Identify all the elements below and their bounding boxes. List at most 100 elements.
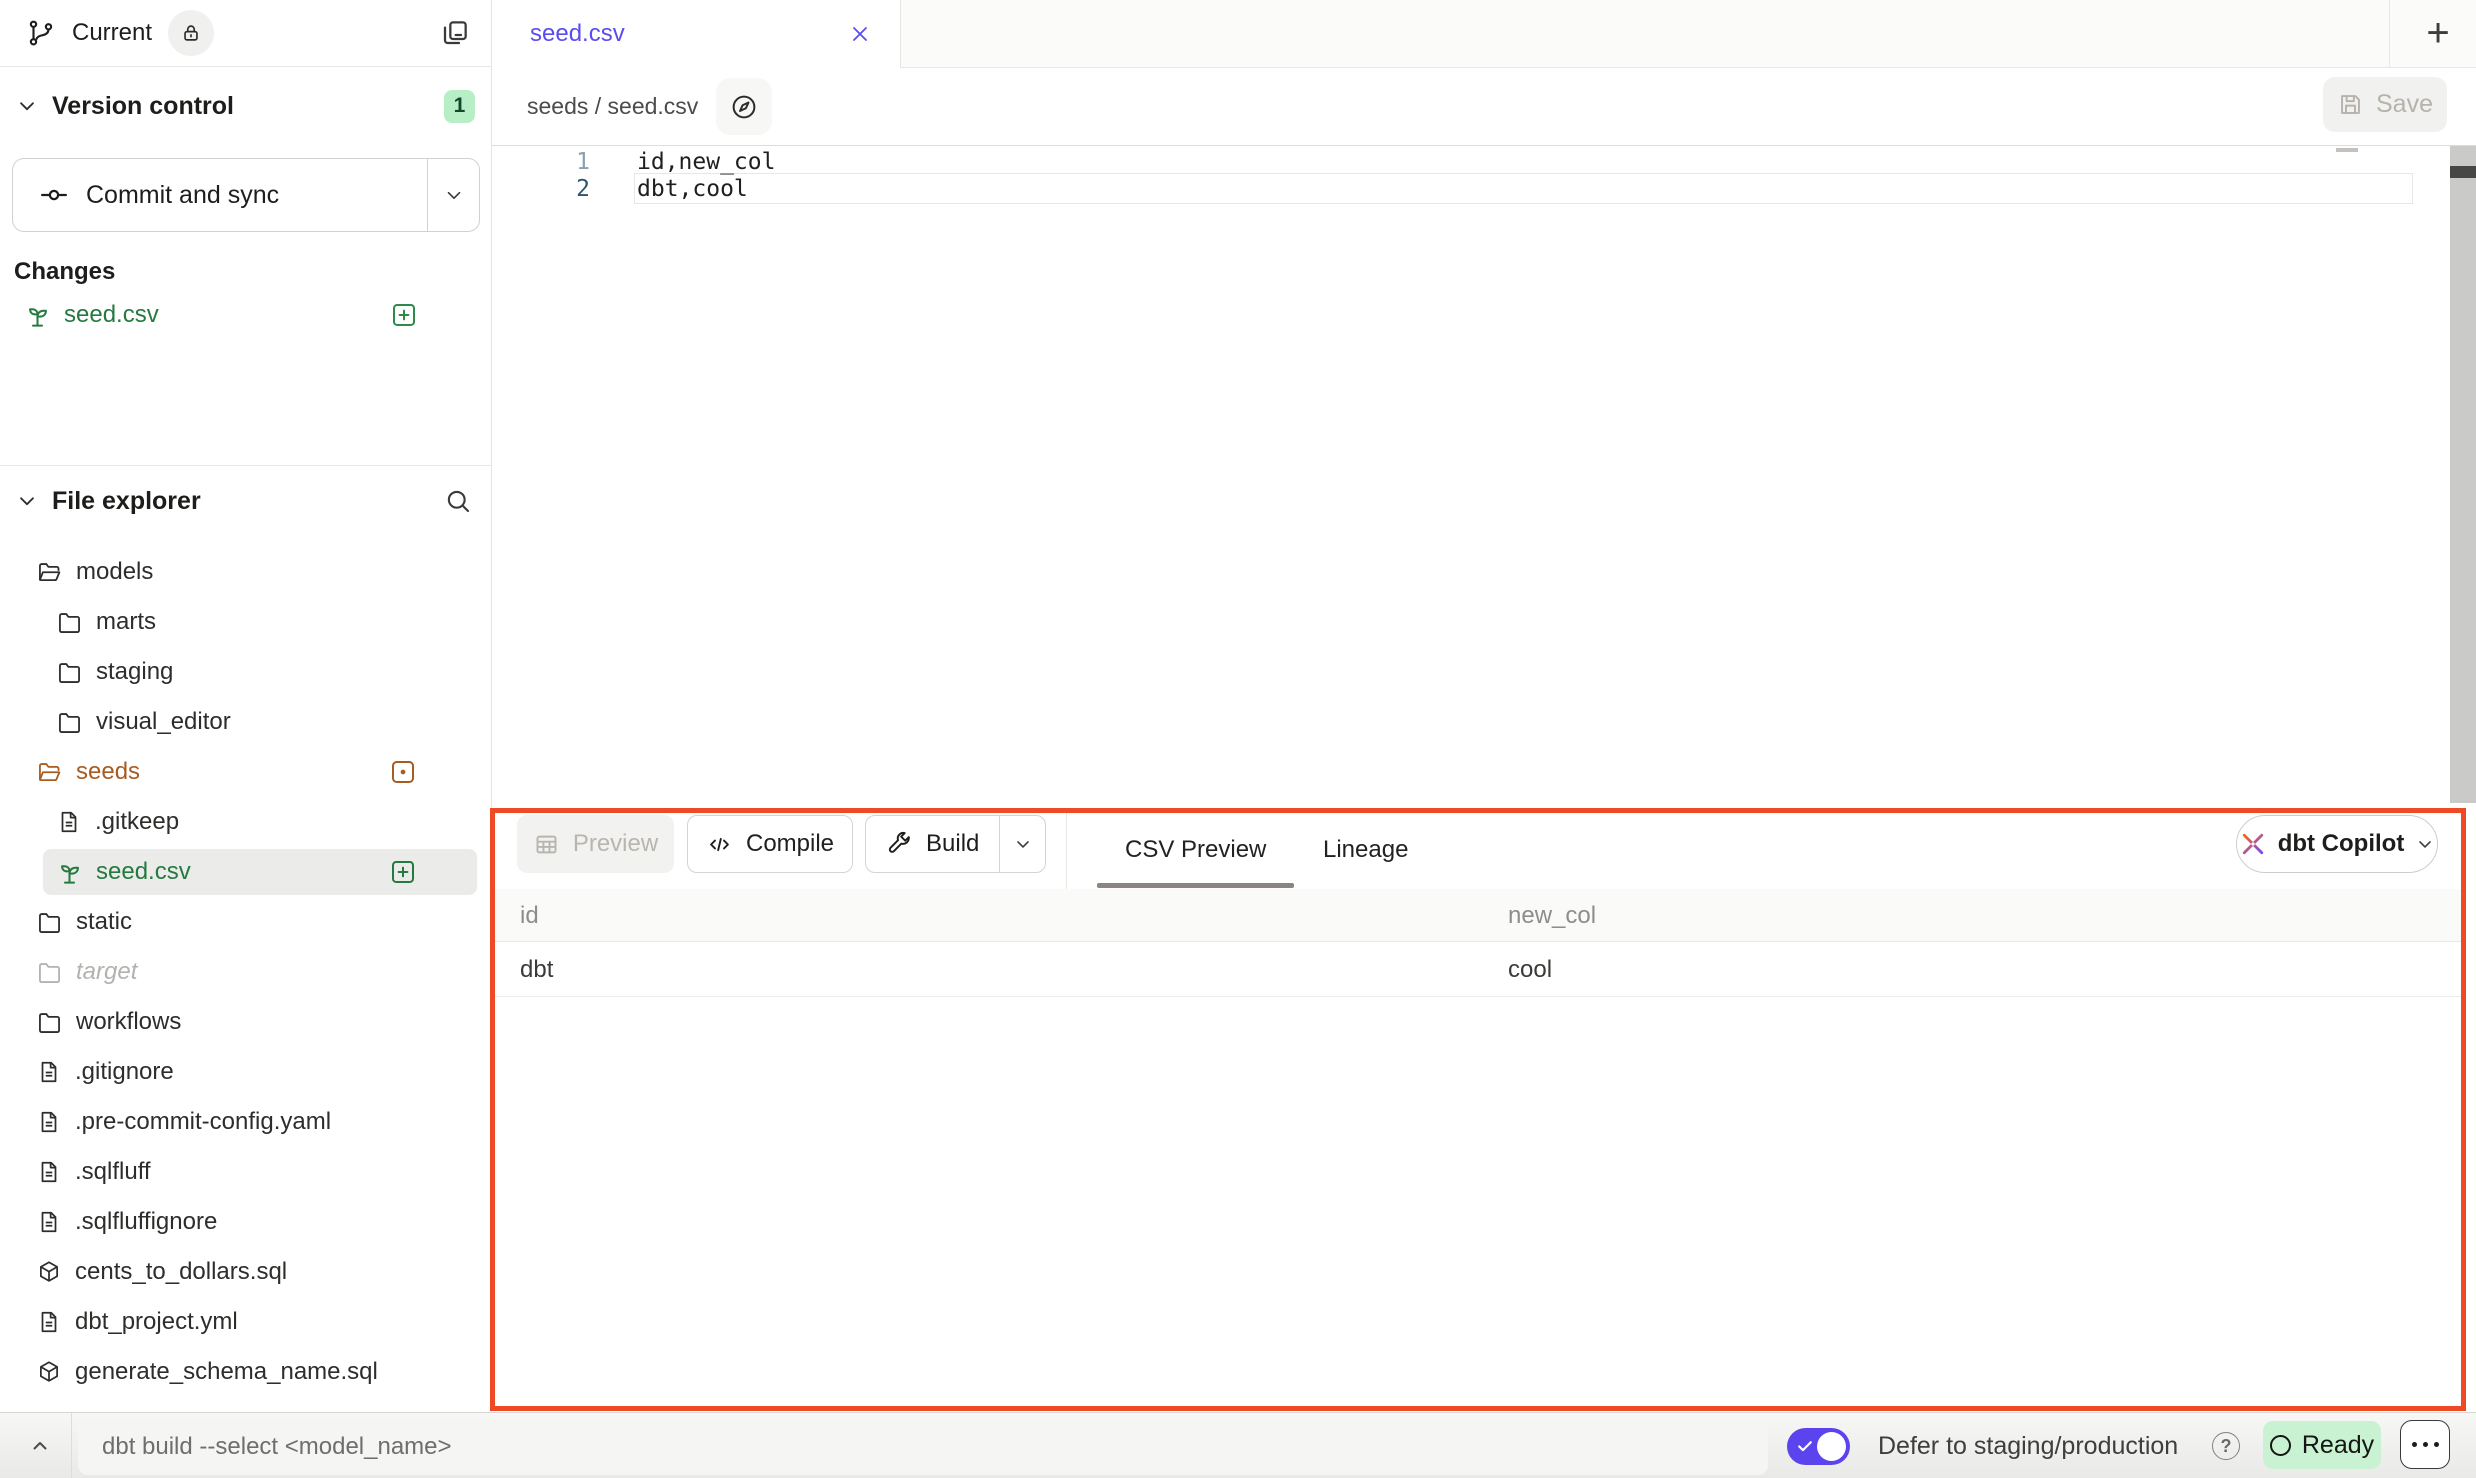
editor-line[interactable]: 2 dbt,cool: [492, 173, 2476, 204]
column-header: new_col: [1508, 889, 1596, 942]
chevron-down-icon[interactable]: [16, 490, 38, 512]
folder-icon: [56, 709, 83, 736]
cell-value: dbt: [520, 942, 553, 997]
expand-command-bar-button[interactable]: [12, 1413, 68, 1478]
dbt-command-input[interactable]: [78, 1418, 1768, 1475]
tree-item-visual-editor[interactable]: visual_editor: [0, 697, 491, 747]
commit-and-sync-button[interactable]: Commit and sync: [12, 158, 480, 232]
build-options-caret[interactable]: [999, 816, 1045, 872]
commit-and-sync-label: Commit and sync: [86, 181, 279, 210]
file-explorer-title: File explorer: [52, 487, 201, 516]
defer-toggle[interactable]: [1787, 1428, 1850, 1465]
save-button[interactable]: Save: [2323, 77, 2447, 132]
tree-item-gitignore[interactable]: .gitignore: [0, 1047, 491, 1097]
folder-icon: [36, 959, 63, 986]
more-options-button[interactable]: [2400, 1420, 2450, 1469]
tree-item-generate-schema-name[interactable]: generate_schema_name.sql: [0, 1347, 491, 1397]
line-content[interactable]: dbt,cool: [637, 176, 748, 202]
tree-item-pre-commit-config[interactable]: .pre-commit-config.yaml: [0, 1097, 491, 1147]
preview-button[interactable]: Preview: [517, 815, 674, 873]
commit-options-caret[interactable]: [427, 159, 479, 231]
tree-item-label: seeds: [76, 758, 140, 786]
folder-open-icon: [36, 759, 63, 786]
copy-icon: [439, 17, 471, 49]
tab-close-button[interactable]: [848, 22, 872, 46]
tree-item-workflows[interactable]: workflows: [0, 997, 491, 1047]
plus-icon: +: [2426, 11, 2449, 56]
file-search-button[interactable]: [443, 486, 473, 516]
changed-file-name: seed.csv: [64, 301, 159, 329]
chevron-down-icon: [2415, 834, 2435, 854]
build-button[interactable]: Build: [866, 816, 999, 872]
csv-preview-data-row: dbt cool: [495, 942, 2461, 997]
build-split-button: Build: [865, 815, 1046, 873]
tree-item-staging[interactable]: staging: [0, 647, 491, 697]
new-tab-button[interactable]: +: [2400, 0, 2476, 67]
duplicate-tab-button[interactable]: [439, 17, 471, 49]
tree-item-target[interactable]: target: [0, 947, 491, 997]
code-editor[interactable]: 1 id,new_col 2 dbt,cool: [492, 146, 2476, 808]
line-number: 1: [492, 149, 590, 175]
tab-csv-preview[interactable]: CSV Preview: [1125, 813, 1266, 887]
tree-item-seeds[interactable]: seeds: [0, 747, 491, 797]
file-icon: [36, 1109, 62, 1135]
file-icon: [36, 1209, 62, 1235]
tree-item-label: seed.csv: [96, 858, 191, 886]
file-tree: models marts staging visual_editor seeds: [0, 547, 491, 1397]
tree-item-cents-to-dollars[interactable]: cents_to_dollars.sql: [0, 1247, 491, 1297]
scrollbar-thumb[interactable]: [2450, 166, 2476, 178]
table-icon: [533, 831, 560, 858]
tab-seed-csv[interactable]: seed.csv: [492, 0, 901, 68]
modified-status-icon: [388, 757, 418, 787]
tree-item-label: generate_schema_name.sql: [75, 1358, 378, 1386]
tree-item-gitkeep[interactable]: .gitkeep: [0, 797, 491, 847]
preview-label: Preview: [573, 830, 658, 858]
help-icon[interactable]: ?: [2212, 1432, 2240, 1460]
cube-icon: [36, 1259, 62, 1285]
file-icon: [36, 1059, 62, 1085]
tree-item-marts[interactable]: marts: [0, 597, 491, 647]
tree-item-label: .gitignore: [75, 1058, 174, 1086]
compile-button[interactable]: Compile: [687, 815, 853, 873]
ide-status-badge[interactable]: Ready: [2263, 1421, 2381, 1469]
file-icon: [36, 1159, 62, 1185]
tree-item-label: models: [76, 558, 153, 586]
breadcrumb-row: seeds / seed.csv Save: [492, 68, 2476, 146]
dbt-copilot-button[interactable]: dbt Copilot: [2236, 815, 2438, 873]
tree-item-models[interactable]: models: [0, 547, 491, 597]
save-label: Save: [2376, 90, 2433, 119]
tab-lineage[interactable]: Lineage: [1323, 813, 1408, 887]
wrench-icon: [886, 831, 913, 858]
folder-icon: [36, 909, 63, 936]
commit-and-sync-main[interactable]: Commit and sync: [13, 159, 427, 231]
compass-icon: [729, 92, 759, 122]
tree-item-dbt-project[interactable]: dbt_project.yml: [0, 1297, 491, 1347]
cell-value: cool: [1508, 942, 1552, 997]
version-control-header: Version control 1: [0, 67, 491, 145]
tab-title: seed.csv: [530, 20, 625, 48]
ellipsis-icon: [2412, 1442, 2417, 1447]
tree-item-label: .sqlfluff: [75, 1158, 151, 1186]
folder-icon: [56, 609, 83, 636]
tree-item-sqlfluffignore[interactable]: .sqlfluffignore: [0, 1197, 491, 1247]
branch-row: Current: [0, 0, 491, 67]
editor-scrollbar[interactable]: [2450, 146, 2476, 803]
tree-item-label: static: [76, 908, 132, 936]
tree-item-seed-csv[interactable]: seed.csv: [0, 847, 491, 897]
changes-title: Changes: [14, 258, 115, 286]
cube-icon: [36, 1359, 62, 1385]
lock-icon: [180, 22, 202, 44]
changed-file-row[interactable]: seed.csv: [0, 294, 491, 336]
branch-name: Current: [72, 19, 152, 47]
tree-item-sqlfluff[interactable]: .sqlfluff: [0, 1147, 491, 1197]
active-tab-underline: [1097, 883, 1294, 888]
folder-open-icon: [36, 559, 63, 586]
tree-item-label: visual_editor: [96, 708, 231, 736]
line-content[interactable]: id,new_col: [637, 149, 775, 175]
tree-item-label: workflows: [76, 1008, 181, 1036]
tree-item-static[interactable]: static: [0, 897, 491, 947]
chevron-down-icon[interactable]: [16, 95, 38, 117]
explore-lineage-button[interactable]: [716, 78, 772, 135]
dbt-copilot-label: dbt Copilot: [2278, 830, 2405, 858]
chevron-down-icon: [1013, 834, 1033, 854]
